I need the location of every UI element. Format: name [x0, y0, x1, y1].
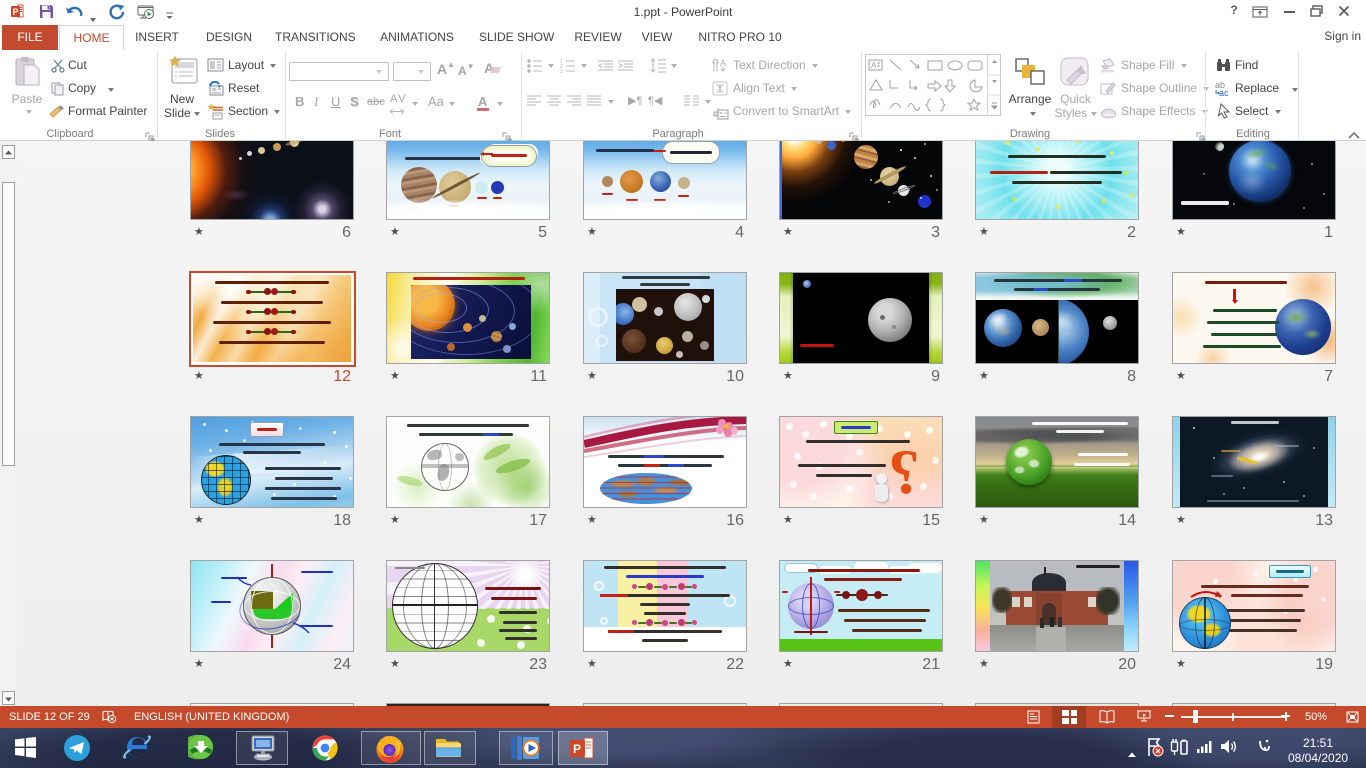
svg-text:A: A — [871, 61, 877, 70]
svg-text:P: P — [573, 742, 581, 756]
svg-text:3: 3 — [560, 69, 563, 73]
svg-text:ac: ac — [1219, 88, 1229, 97]
svg-text:A: A — [720, 58, 726, 68]
